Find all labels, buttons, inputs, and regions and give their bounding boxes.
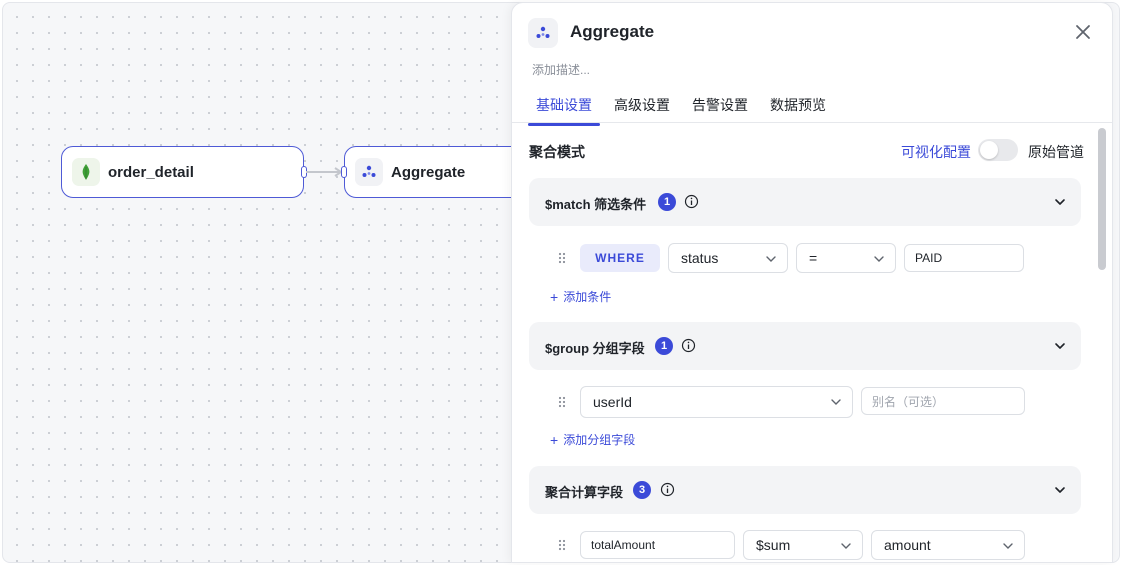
where-tag: WHERE (580, 244, 660, 272)
group-field-select[interactable]: userId (580, 386, 853, 418)
chevron-down-icon (841, 543, 851, 549)
node-order-detail[interactable]: order_detail (61, 146, 307, 198)
info-icon[interactable] (681, 338, 696, 353)
chevron-down-icon (766, 256, 776, 262)
connection-edge[interactable] (304, 165, 346, 179)
aggregate-icon (355, 158, 383, 186)
select-value: userId (593, 394, 632, 410)
input-placeholder: 别名（可选） (872, 394, 945, 409)
input-port[interactable] (341, 166, 347, 178)
compute-section-header[interactable]: 聚合计算字段 3 (529, 466, 1081, 514)
match-section-header[interactable]: $match 筛选条件 1 (529, 178, 1081, 226)
node-label: order_detail (108, 163, 194, 181)
add-condition-label: 添加条件 (563, 290, 612, 304)
panel-scrollbar[interactable] (1098, 124, 1106, 562)
drag-handle-icon[interactable] (557, 538, 567, 552)
drag-handle-icon[interactable] (557, 395, 567, 409)
tab-alert-settings[interactable]: 告警设置 (684, 89, 756, 125)
count-badge: 1 (655, 337, 673, 355)
panel-header: Aggregate 添加描述... 基础设置 高级设置 告警设置 数据预览 (512, 3, 1112, 126)
node-label: Aggregate (391, 163, 466, 181)
chevron-down-icon (1055, 343, 1065, 349)
select-value: status (681, 250, 719, 266)
section-title: $match 筛选条件 (545, 197, 647, 212)
add-condition-button[interactable]: + 添加条件 (550, 288, 611, 305)
input-value: totalAmount (591, 538, 656, 552)
match-field-select[interactable]: status (668, 243, 788, 273)
plus-icon: + (550, 431, 559, 448)
chevron-down-icon (1055, 199, 1065, 205)
chevron-down-icon (1003, 543, 1013, 549)
match-value-input[interactable]: PAID (904, 244, 1024, 272)
info-icon[interactable] (660, 482, 675, 497)
match-operator-select[interactable]: = (796, 243, 896, 273)
compute-name-input[interactable]: totalAmount (580, 531, 735, 559)
aggregate-icon (528, 18, 558, 48)
tab-basic-settings[interactable]: 基础设置 (528, 89, 600, 126)
input-value: PAID (915, 251, 943, 265)
count-badge: 3 (633, 481, 651, 499)
compute-field-select[interactable]: amount (871, 530, 1025, 560)
raw-pipeline-label: 原始管道 (1028, 144, 1084, 160)
mongodb-leaf-icon (72, 158, 100, 186)
chevron-down-icon (831, 399, 841, 405)
panel-body: 聚合模式 可视化配置 原始管道 $match 筛选条件 1 WHERE stat… (512, 124, 1112, 562)
scrollbar-thumb[interactable] (1098, 128, 1106, 270)
info-icon[interactable] (684, 194, 699, 209)
add-group-field-label: 添加分组字段 (563, 433, 636, 447)
tab-advanced-settings[interactable]: 高级设置 (606, 89, 678, 125)
toggle-knob (980, 141, 998, 159)
compute-function-select[interactable]: $sum (743, 530, 863, 560)
group-section-header[interactable]: $group 分组字段 1 (529, 322, 1081, 370)
close-icon[interactable] (1074, 23, 1092, 41)
panel-title: Aggregate (570, 22, 655, 41)
count-badge: 1 (658, 193, 676, 211)
aggregate-mode-title: 聚合模式 (529, 144, 585, 160)
section-title: $group 分组字段 (545, 341, 645, 356)
tab-data-preview[interactable]: 数据预览 (762, 89, 834, 125)
section-title: 聚合计算字段 (545, 485, 624, 500)
group-alias-input[interactable]: 别名（可选） (861, 387, 1025, 415)
drag-handle-icon[interactable] (557, 251, 567, 265)
node-config-panel: Aggregate 添加描述... 基础设置 高级设置 告警设置 数据预览 聚合… (511, 2, 1113, 563)
plus-icon: + (550, 288, 559, 305)
select-value: amount (884, 537, 931, 553)
panel-tabs: 基础设置 高级设置 告警设置 数据预览 (528, 89, 840, 126)
visual-config-link[interactable]: 可视化配置 (901, 142, 971, 162)
select-value: = (809, 250, 818, 266)
description-input[interactable]: 添加描述... (532, 61, 590, 78)
chevron-down-icon (1055, 487, 1065, 493)
add-group-field-button[interactable]: + 添加分组字段 (550, 431, 635, 448)
chevron-down-icon (874, 256, 884, 262)
select-value: $sum (756, 537, 791, 553)
mode-toggle[interactable] (978, 139, 1018, 161)
